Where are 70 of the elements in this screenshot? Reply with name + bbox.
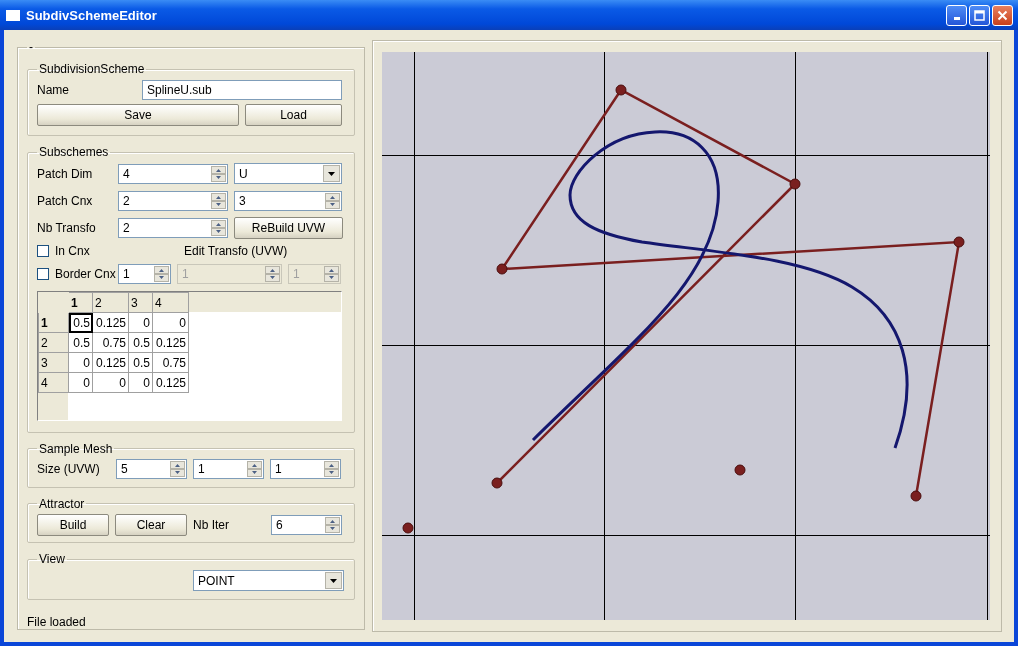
group-title: Attractor <box>38 496 86 511</box>
spin-arrows-icon <box>170 461 185 477</box>
spin-field[interactable]: 1 <box>118 264 171 285</box>
spin-field[interactable]: 2 <box>118 218 228 239</box>
group-title: Subschemes <box>38 145 110 160</box>
row-header[interactable]: 2 <box>38 332 69 353</box>
spin-field[interactable]: 1 <box>193 459 264 479</box>
group-title: SubdivisionScheme <box>38 62 146 76</box>
control-point[interactable] <box>734 464 746 476</box>
status-text: File loaded <box>27 615 87 629</box>
spin-arrows-icon <box>211 165 226 182</box>
row-header[interactable]: 3 <box>38 352 69 373</box>
spin-arrows-icon <box>211 193 226 210</box>
spin-field[interactable]: 6 <box>271 514 342 535</box>
maximize-button[interactable] <box>969 4 990 26</box>
spin-arrows-icon <box>211 220 226 237</box>
maximize-icon <box>974 9 985 21</box>
clear-button[interactable]: Clear <box>115 513 187 536</box>
control-point[interactable] <box>910 490 922 502</box>
spin-field[interactable]: 1 <box>270 459 341 479</box>
spin-arrows-icon <box>265 266 280 283</box>
control-point[interactable] <box>789 178 801 190</box>
dropdown[interactable]: POINT <box>193 570 344 592</box>
spin-field[interactable]: 5 <box>116 459 187 479</box>
control-point[interactable] <box>953 236 965 248</box>
control-point[interactable] <box>402 522 414 534</box>
field-label: Nb Iter <box>193 517 230 532</box>
window-title: SubdivSchemeEditor <box>26 7 158 23</box>
checkbox-label: In Cnx <box>55 244 91 259</box>
spin-arrows-icon <box>154 266 169 283</box>
field-label: Name <box>37 83 70 97</box>
window-icon <box>6 9 20 21</box>
spin-arrows-icon <box>324 266 339 283</box>
load-button[interactable]: Load <box>245 104 342 126</box>
minimize-button[interactable] <box>946 4 967 26</box>
dropdown[interactable]: U <box>234 163 342 185</box>
field-label: Patch Dim <box>37 166 94 181</box>
close-button[interactable] <box>992 4 1013 26</box>
spin-field[interactable]: 4 <box>118 163 228 184</box>
build-button[interactable]: Build <box>37 513 109 536</box>
checkbox[interactable] <box>37 245 49 258</box>
spin-field[interactable]: 2 <box>118 191 228 212</box>
control-point[interactable] <box>615 84 627 96</box>
row-header[interactable]: 4 <box>38 372 69 393</box>
section-label: Edit Transfo (UVW) <box>184 244 288 259</box>
minimize-icon <box>953 16 960 20</box>
data-grid[interactable]: 1 2 3 4 1 0.5 0.125 0 0 2 0.5 0.75 0.5 0.125 3 0 0.125 0.5 0.75 4 0 0 0 0.125 <box>37 291 342 422</box>
rebuild-button[interactable]: ReBuild UVW <box>234 217 343 240</box>
save-button[interactable]: Save <box>37 104 239 126</box>
row-header[interactable]: 1 <box>38 312 69 333</box>
spin-arrows-icon <box>247 461 262 477</box>
control-point[interactable] <box>496 263 508 275</box>
control-point[interactable] <box>491 477 503 489</box>
column-header[interactable]: 2 <box>92 292 129 313</box>
field-label: Size (UVW) <box>37 462 101 476</box>
column-header[interactable]: 4 <box>152 292 189 313</box>
column-header[interactable]: 1 <box>68 292 93 313</box>
spin-arrows-icon <box>324 461 339 477</box>
close-icon <box>997 9 1008 21</box>
checkbox[interactable] <box>37 268 49 281</box>
spin-arrows-icon <box>325 516 340 533</box>
group-title: View <box>38 552 66 567</box>
field-label: Patch Cnx <box>37 194 94 209</box>
column-header[interactable]: 3 <box>128 292 153 313</box>
group-title: Sample Mesh <box>38 442 114 456</box>
spin-arrows-icon <box>325 193 340 210</box>
spin-field[interactable]: 3 <box>234 191 342 212</box>
field-label: Nb Transfo <box>37 221 97 236</box>
panel-caption: - <box>28 40 34 54</box>
name-field[interactable]: SplineU.sub <box>142 80 342 100</box>
